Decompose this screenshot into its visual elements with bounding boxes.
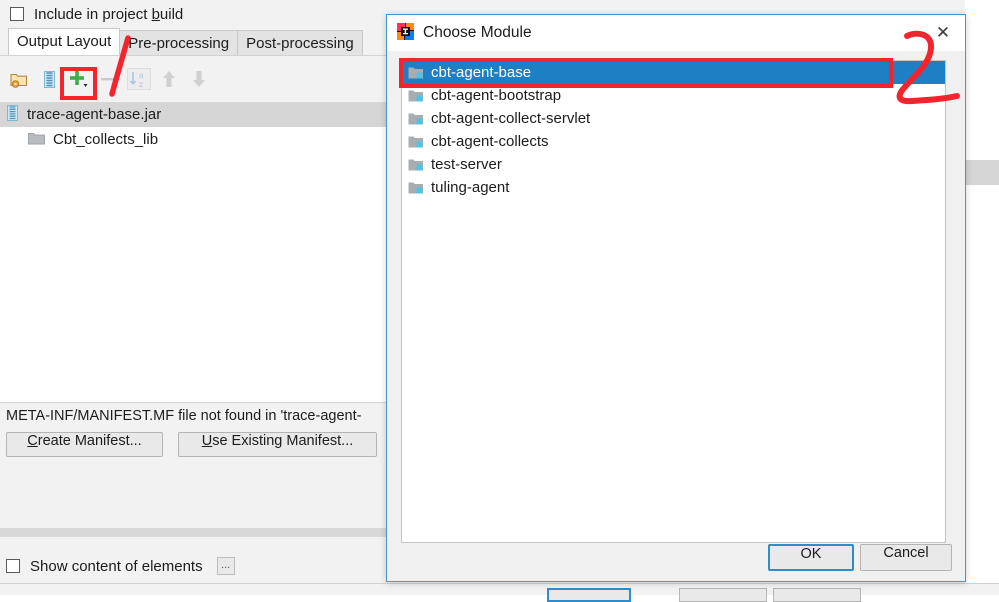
module-list-item[interactable]: test-server [402, 153, 945, 176]
module-list-item[interactable]: cbt-agent-base [402, 61, 945, 84]
module-icon [408, 181, 424, 195]
use-existing-manifest-mnemonic: U [201, 433, 213, 449]
module-icon [408, 66, 424, 80]
right-background-highlight-band [965, 160, 999, 185]
tree-row-archive-label: trace-agent-base.jar [27, 106, 162, 123]
tab-pre-processing[interactable]: Pre-processing [119, 30, 239, 55]
module-list-item-label: test-server [431, 156, 502, 173]
move-up-icon[interactable] [154, 64, 184, 94]
show-content-of-elements-label: Show content of elements [30, 557, 203, 575]
svg-text:z: z [139, 80, 143, 89]
include-in-project-build-label: Include in project build [34, 5, 184, 23]
intellij-idea-icon [397, 22, 414, 44]
choose-module-dialog[interactable]: Choose Module ✕ cbt-agent-base cbt-agent… [386, 14, 966, 582]
tab-post-processing-label: Post-processing [246, 35, 354, 52]
dialog-title: Choose Module [423, 24, 532, 41]
module-list-item-label: tuling-agent [431, 179, 510, 196]
use-existing-manifest-label: se Existing Manifest... [212, 433, 354, 449]
create-manifest-label: reate Manifest... [37, 433, 142, 449]
module-icon [408, 89, 424, 103]
tab-pre-processing-label: Pre-processing [128, 35, 230, 52]
module-list-item[interactable]: cbt-agent-collect-servlet [402, 107, 945, 130]
module-list-item[interactable]: cbt-agent-bootstrap [402, 84, 945, 107]
use-existing-manifest-button[interactable]: Use Existing Manifest... [178, 432, 377, 457]
cancel-button[interactable]: Cancel [860, 544, 952, 571]
module-list-item-label: cbt-agent-base [431, 64, 532, 81]
close-icon[interactable]: ✕ [921, 15, 965, 51]
tab-output-layout[interactable]: Output Layout [8, 28, 121, 55]
parent-cancel-button[interactable] [679, 588, 767, 602]
module-icon [408, 158, 424, 172]
create-manifest-button[interactable]: Create Manifest... [6, 432, 163, 457]
parent-apply-button[interactable] [773, 588, 861, 602]
add-directory-icon[interactable] [4, 64, 34, 94]
module-list-item-label: cbt-agent-collects [431, 133, 549, 150]
module-list[interactable]: cbt-agent-base cbt-agent-bootstrap cbt-a… [401, 60, 946, 543]
show-content-of-elements-checkbox[interactable] [6, 559, 20, 573]
sort-alphabetically-icon[interactable]: a z [124, 64, 154, 94]
more-options-button[interactable]: ... [216, 557, 235, 575]
create-manifest-mnemonic: C [27, 433, 38, 449]
tab-post-processing[interactable]: Post-processing [237, 30, 363, 55]
module-list-item[interactable]: tuling-agent [402, 176, 945, 199]
add-icon[interactable] [64, 64, 94, 94]
move-down-icon[interactable] [184, 64, 214, 94]
module-icon [408, 112, 424, 126]
parent-window-button-bar [0, 583, 999, 602]
module-list-item-label: cbt-agent-collect-servlet [431, 110, 591, 127]
parent-ok-button[interactable] [547, 588, 631, 602]
archive-icon [6, 104, 19, 125]
module-list-item[interactable]: cbt-agent-collects [402, 130, 945, 153]
module-icon [408, 135, 424, 149]
tree-row-folder-label: Cbt_collects_lib [53, 131, 159, 148]
tab-output-layout-label: Output Layout [17, 33, 112, 50]
manifest-message: META-INF/MANIFEST.MF file not found in '… [6, 408, 362, 424]
ok-button[interactable]: OK [768, 544, 854, 571]
right-background-strip [965, 0, 999, 595]
dialog-button-bar: OK Cancel [387, 541, 965, 581]
svg-text:a: a [139, 71, 144, 80]
remove-icon[interactable] [94, 64, 124, 94]
dialog-titlebar: Choose Module ✕ [387, 15, 965, 51]
folder-icon [28, 131, 45, 149]
module-list-item-label: cbt-agent-bootstrap [431, 87, 562, 104]
include-in-project-build-checkbox[interactable] [10, 7, 24, 21]
add-archive-icon[interactable] [34, 64, 64, 94]
